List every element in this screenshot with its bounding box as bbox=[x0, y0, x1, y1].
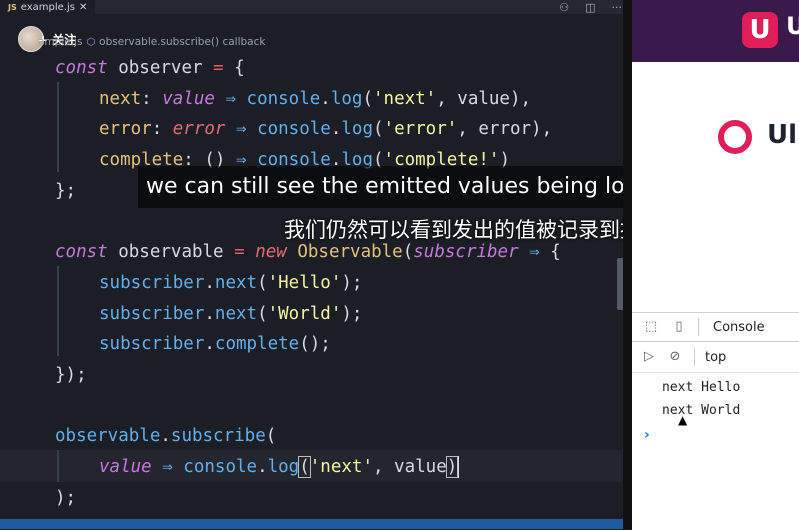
code-editor: JS example.js ✕ ⚇ ◫ ··· + 关注 ample.js ⬡ … bbox=[0, 0, 632, 529]
editor-tab-bar: JS example.js ✕ ⚇ ◫ ··· bbox=[0, 0, 632, 14]
indent-guide bbox=[57, 82, 59, 172]
code-line-5: }; bbox=[55, 181, 77, 201]
indent-guide bbox=[57, 266, 59, 356]
divider bbox=[698, 318, 699, 336]
devtools-tab-bar: ⬚ ▯ Console bbox=[632, 313, 799, 342]
tab-example-js[interactable]: JS example.js ✕ bbox=[0, 0, 96, 14]
mouse-cursor-icon: ▲ bbox=[678, 413, 688, 427]
code-line-2: next: value ⇒ console.log('next', value)… bbox=[99, 89, 532, 109]
context-selector[interactable]: top bbox=[705, 350, 726, 365]
code-area[interactable]: const observer = { next: value ⇒ console… bbox=[0, 44, 632, 529]
code-line-12: value ⇒ console.log('next', value) bbox=[99, 456, 460, 478]
js-file-icon: JS bbox=[8, 2, 17, 12]
console-log-line: next World bbox=[662, 403, 741, 418]
banner-title: U bbox=[786, 12, 799, 40]
code-line-8: subscriber.next('World'); bbox=[99, 304, 363, 324]
tab-label: example.js bbox=[20, 1, 75, 13]
brand-icon bbox=[718, 120, 752, 154]
console-log-line: next Hello bbox=[662, 380, 741, 395]
close-icon[interactable]: ✕ bbox=[79, 2, 87, 13]
console-toolbar: ▷ ⊘ top bbox=[632, 342, 799, 373]
divider bbox=[694, 348, 695, 366]
inspect-element-icon[interactable]: ⬚ bbox=[642, 319, 660, 335]
devtools-panel: ⬚ ▯ Console ▷ ⊘ top next Hello next Worl… bbox=[632, 312, 799, 530]
code-line-9: subscriber.complete(); bbox=[99, 334, 331, 354]
pane-divider[interactable] bbox=[623, 0, 632, 529]
code-line-3: error: error ⇒ console.log('error', erro… bbox=[99, 119, 553, 139]
brand-logo: U bbox=[742, 12, 778, 48]
indent-guide bbox=[57, 450, 59, 482]
text-cursor bbox=[457, 456, 460, 478]
page-content: Ul bbox=[632, 62, 799, 312]
breadcrumb: + 关注 ample.js ⬡ observable.subscribe() c… bbox=[0, 14, 632, 52]
code-line-10: }); bbox=[55, 365, 87, 385]
editor-actions: ⚇ ◫ ··· bbox=[559, 0, 622, 14]
device-toolbar-icon[interactable]: ▯ bbox=[670, 319, 688, 335]
more-actions-icon[interactable]: ··· bbox=[612, 1, 623, 14]
split-editor-icon[interactable]: ◫ bbox=[585, 1, 595, 14]
console-prompt[interactable]: › bbox=[644, 427, 650, 443]
status-bar bbox=[0, 519, 632, 529]
tab-console[interactable]: Console bbox=[713, 320, 765, 335]
code-line-1: const observer = { bbox=[55, 58, 245, 78]
code-line-7: subscriber.next('Hello'); bbox=[99, 273, 363, 293]
brand-title: Ul bbox=[767, 120, 798, 150]
sidebar-toggle-icon[interactable]: ▷ bbox=[640, 348, 658, 366]
code-line-13: ); bbox=[55, 488, 77, 508]
browser-pane: U U Ul ⬚ ▯ Console ▷ ⊘ top next Hello ne… bbox=[632, 0, 799, 530]
source-control-icon[interactable]: ⚇ bbox=[559, 1, 569, 14]
site-banner: U U bbox=[632, 0, 799, 62]
clear-console-icon[interactable]: ⊘ bbox=[666, 348, 684, 366]
code-line-11: observable.subscribe( bbox=[55, 426, 277, 446]
